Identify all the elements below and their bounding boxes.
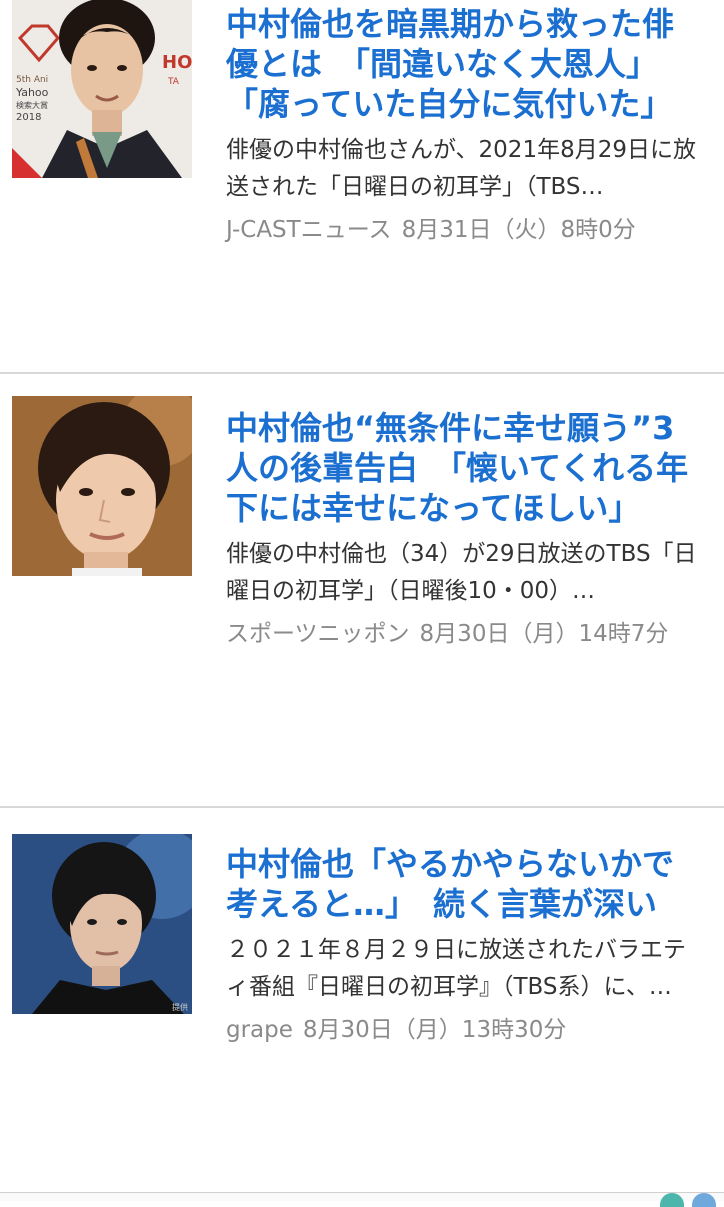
news-list-item[interactable]: 5th Ani Yahoo 検索大賞 2018 HO TA 中村倫也を暗黒期から… (0, 0, 724, 372)
backdrop-text: Yahoo (15, 86, 49, 99)
backdrop-text: TA (167, 77, 180, 87)
article-title-link[interactable]: 中村倫也「やるかやらないかで考えると…」 続く言葉が深い (226, 844, 698, 924)
article-source: スポーツニッポン (226, 621, 410, 647)
article-meta: J-CASTニュース 8月31日（火）8時0分 (226, 212, 698, 249)
backdrop-text: 2018 (16, 112, 41, 123)
article-title-link[interactable]: 中村倫也を暗黒期から救った俳優とは 「間違いなく大恩人」「腐っていた自分に気付い… (226, 4, 698, 124)
backdrop-text: 検索大賞 (16, 100, 48, 110)
person-photo-image: 5th Ani Yahoo 検索大賞 2018 HO TA (12, 0, 192, 178)
photo-credit: 提供 (172, 1002, 188, 1012)
article-meta: スポーツニッポン 8月30日（月）14時7分 (226, 616, 698, 653)
backdrop-text: 5th Ani (16, 75, 48, 85)
article-source: J-CASTニュース (226, 217, 392, 243)
article-source: grape (226, 1017, 293, 1043)
backdrop-text: HO (162, 52, 192, 73)
news-list-item[interactable]: 中村倫也“無条件に幸せ願う”3人の後輩告白 「懐いてくれる年下には幸せになってほ… (0, 374, 724, 806)
news-list-item[interactable]: 提供 中村倫也「やるかやらないかで考えると…」 続く言葉が深い ２０２１年８月２… (0, 808, 724, 1192)
article-snippet: 俳優の中村倫也（34）が29日放送のTBS「日曜日の初耳学」（日曜後10・00）… (226, 541, 697, 604)
person-photo-image (12, 396, 192, 576)
person-photo-image: 提供 (12, 834, 192, 1014)
article-thumbnail[interactable]: 提供 (12, 834, 192, 1014)
article-snippet: ２０２１年８月２９日に放送されたバラエティ番組『日曜日の初耳学』（TBS系）に、… (226, 937, 686, 1000)
article-thumbnail[interactable]: 5th Ani Yahoo 検索大賞 2018 HO TA (12, 0, 192, 178)
article-date: 8月30日（月）13時30分 (302, 1017, 567, 1043)
article-snippet: 俳優の中村倫也さんが、2021年8月29日に放送された「日曜日の初耳学」（TBS… (226, 137, 696, 200)
article-title-link[interactable]: 中村倫也“無条件に幸せ願う”3人の後輩告白 「懐いてくれる年下には幸せになってほ… (226, 408, 698, 528)
article-meta: grape 8月30日（月）13時30分 (226, 1012, 698, 1049)
article-date: 8月31日（火）8時0分 (401, 217, 636, 243)
article-thumbnail[interactable] (12, 396, 192, 576)
article-date: 8月30日（月）14時7分 (419, 621, 669, 647)
